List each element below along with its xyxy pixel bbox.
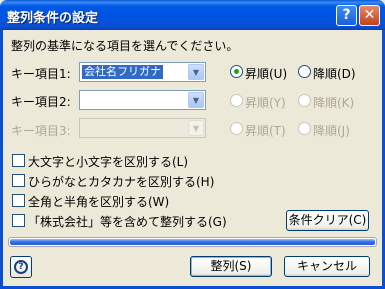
- key2-asc-radio: [230, 94, 243, 107]
- title-close-button[interactable]: ✕: [359, 5, 380, 26]
- key2-desc-label: 降順(K): [313, 96, 355, 110]
- key3-desc-label: 降順(J): [313, 124, 350, 138]
- sort-button[interactable]: 整列(S): [190, 256, 272, 277]
- kana-sensitive-label[interactable]: ひらがなとカタカナを区別する(H): [28, 173, 214, 190]
- chevron-down-icon[interactable]: ▼: [188, 64, 204, 80]
- key2-label: キー項目2:: [11, 95, 71, 109]
- key3-label: キー項目3:: [11, 124, 71, 138]
- cancel-button[interactable]: キャンセル: [284, 256, 370, 277]
- key3-combo: ▼: [79, 118, 206, 138]
- title-help-button[interactable]: ?: [336, 5, 357, 26]
- help-button[interactable]: ?: [10, 256, 32, 278]
- key3-desc-radio: [298, 122, 311, 135]
- width-sensitive-label[interactable]: 全角と半角を区別する(W): [28, 193, 169, 210]
- key3-asc-radio: [230, 122, 243, 135]
- width-sensitive-checkbox[interactable]: [12, 194, 25, 207]
- help-icon: ?: [14, 260, 28, 274]
- radio-selected-dot: [234, 69, 239, 74]
- kana-sensitive-checkbox[interactable]: [12, 174, 25, 187]
- key1-combo[interactable]: 会社名フリガナ ▼: [79, 62, 206, 82]
- case-sensitive-label[interactable]: 大文字と小文字を区別する(L): [28, 153, 188, 170]
- instruction-text: 整列の基準になる項目を選んでください。: [11, 39, 239, 53]
- include-company-type-label[interactable]: 「株式会社」等を含めて整列する(G): [28, 213, 227, 230]
- key2-asc-label: 昇順(Y): [245, 96, 286, 110]
- progress-fill: [10, 239, 375, 245]
- key1-desc-label[interactable]: 降順(D): [313, 65, 356, 82]
- clear-conditions-button[interactable]: 条件クリア(C): [286, 210, 369, 231]
- key1-value: 会社名フリガナ: [82, 65, 163, 79]
- key1-asc-label[interactable]: 昇順(U): [245, 65, 287, 82]
- progress-bar: [8, 237, 377, 247]
- title-bar: 整列条件の設定 ? ✕: [0, 0, 385, 30]
- key1-label: キー項目1:: [11, 67, 71, 81]
- chevron-down-icon: ▼: [188, 120, 204, 136]
- key1-desc-radio[interactable]: [298, 65, 311, 78]
- key2-combo[interactable]: ▼: [79, 90, 206, 110]
- case-sensitive-checkbox[interactable]: [12, 154, 25, 167]
- include-company-type-checkbox[interactable]: [12, 214, 25, 227]
- key1-asc-radio[interactable]: [230, 65, 243, 78]
- key3-asc-label: 昇順(T): [245, 124, 286, 138]
- window-title: 整列条件の設定: [7, 11, 99, 26]
- chevron-down-icon[interactable]: ▼: [188, 92, 204, 108]
- key2-desc-radio: [298, 94, 311, 107]
